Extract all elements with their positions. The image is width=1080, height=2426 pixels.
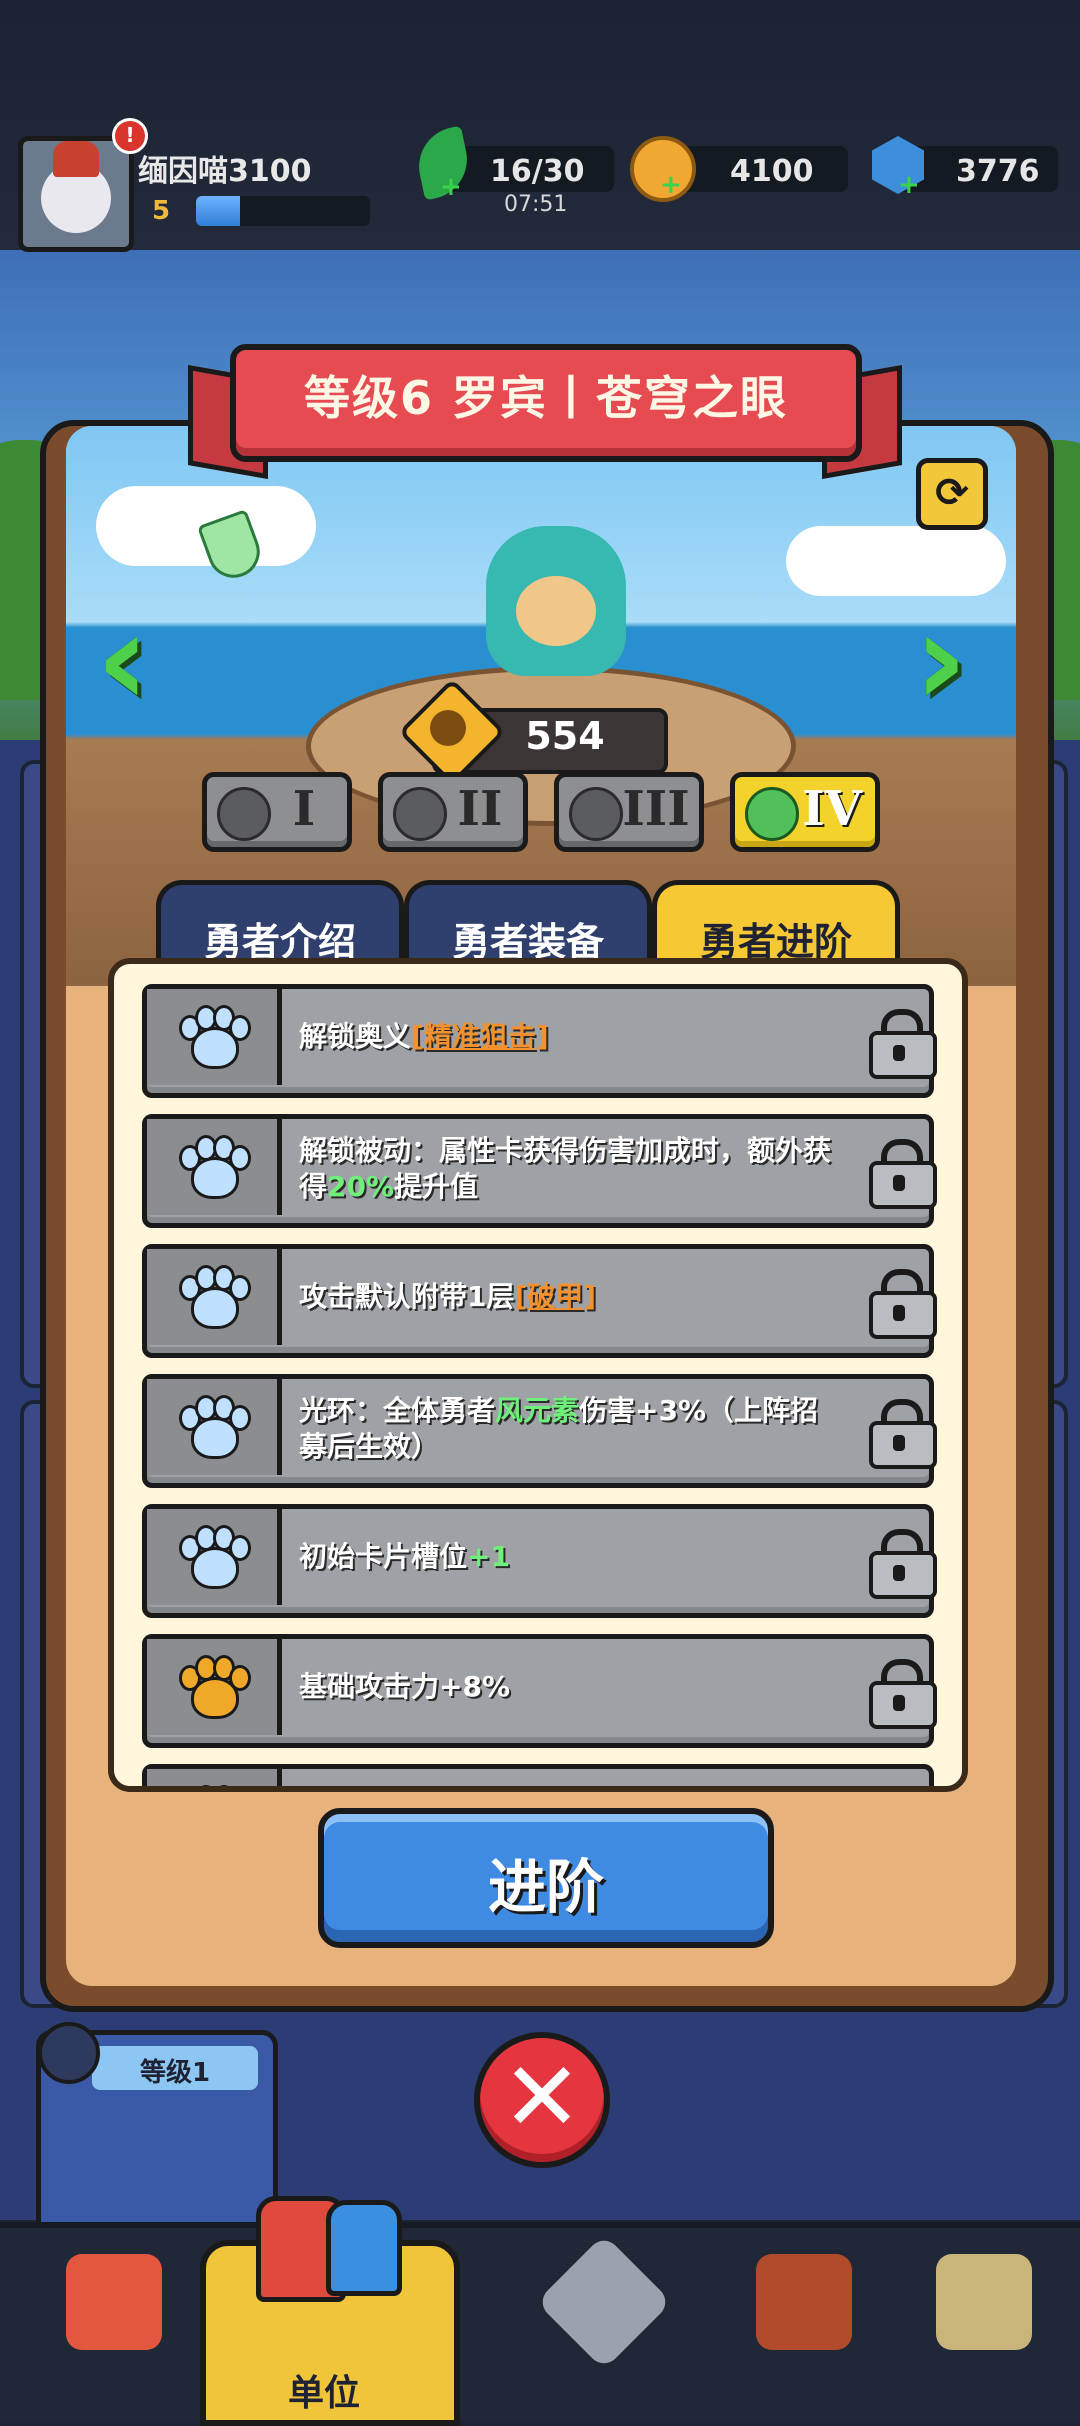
cloud [786,526,1006,596]
advancement-row[interactable] [142,1764,934,1792]
tier-label: I [292,781,316,837]
advancement-row[interactable]: 初始卡片槽位+1 [142,1504,937,1618]
lock-icon [869,1659,937,1729]
advancement-row[interactable]: 基础攻击力+8% [142,1634,937,1748]
next-hero-arrow-icon[interactable]: › [914,594,984,724]
power-paw-icon-center [430,710,466,746]
paw-slot [147,1119,282,1215]
lock-icon [869,1009,937,1079]
energy-value: 16/30 [490,154,585,189]
advancement-text: 基础攻击力+8% [299,1670,510,1703]
tier-button-1[interactable]: I [202,772,352,852]
advancement-text: 初始卡片槽位+1 [299,1540,510,1573]
player-level: 5 [152,196,171,226]
blue-paw-icon [177,1265,251,1329]
tier-button-3[interactable]: III [554,772,704,852]
lock-icon [869,1529,937,1599]
player-name: 缅因喵3100 [138,154,312,189]
advancement-list-panel[interactable]: 解锁奥义[精准狙击] 解锁被动：属性卡获得伤害加成时，额外获得20%提升值攻击默认… [108,958,968,1792]
clover-icon [393,787,447,841]
close-button[interactable]: ✕ [474,2032,610,2168]
lock-icon [869,1789,929,1792]
gem-add-icon[interactable]: + [898,170,920,200]
nav-battle[interactable] [520,2234,680,2400]
advancement-row[interactable]: 攻击默认附带1层[破甲] [142,1244,937,1358]
nav-home[interactable] [30,2240,190,2400]
advancement-highlight: +1 [467,1540,510,1573]
hero-face [516,576,596,646]
advance-button[interactable]: 进阶 [318,1808,774,1948]
gem-value: 3776 [956,154,1040,189]
paw-slot [147,1379,282,1475]
blue-unit-icon [326,2200,402,2296]
advancement-row[interactable]: 光环：全体勇者风元素伤害+3%（上阵招募后生效） [142,1374,937,1488]
lock-icon [869,1139,937,1209]
nav-units-label: 单位 [287,2373,360,2414]
map-icon [936,2254,1032,2350]
xp-bar-fill [196,196,240,226]
avatar-helmet [53,141,99,177]
clover-icon [569,787,623,841]
paw-slot [147,989,282,1085]
unit-card-level-tag: 等级1 [92,2046,258,2090]
advancement-text: 解锁奥义[精准狙击] [299,1020,549,1053]
blue-paw-icon [177,1395,251,1459]
coin-add-icon[interactable]: + [660,170,682,200]
advancement-text: 攻击默认附带1层[破甲] [299,1280,597,1313]
hero-title: 等级6 罗宾丨苍穹之眼 [303,371,789,425]
advancement-highlight: 风元素 [495,1394,580,1427]
tier-label: III [622,781,690,837]
advance-button-label: 进阶 [487,1853,604,1921]
close-icon: ✕ [501,2041,583,2153]
advancement-row[interactable]: 解锁被动：属性卡获得伤害加成时，额外获得20%提升值 [142,1114,937,1228]
tier-button-4[interactable]: IV [730,772,880,852]
energy-timer: 07:51 [504,192,568,217]
gold-paw-icon [177,1655,251,1719]
top-background [0,0,1080,270]
paw-slot [147,1769,282,1786]
lock-icon [869,1269,937,1339]
xp-bar [196,196,370,226]
nav-map[interactable] [900,2240,1060,2400]
tier-label: IV [802,781,862,837]
advancement-text: 解锁被动：属性卡获得伤害加成时，额外获得20%提升值 [299,1134,832,1203]
home-icon [66,2254,162,2350]
advancement-list: 解锁奥义[精准狙击] 解锁被动：属性卡获得伤害加成时，额外获得20%提升值攻击默认… [142,984,937,1792]
unit-card-level: 等级1 [139,2058,211,2088]
player-avatar[interactable] [18,136,134,252]
previous-hero-arrow-icon[interactable]: ‹ [96,594,166,724]
coin-value: 4100 [730,154,814,189]
paw-icon [38,2022,100,2084]
advancement-highlight: [破甲] [514,1280,597,1313]
blue-paw-icon [177,1005,251,1069]
nav-voyage[interactable] [720,2240,880,2400]
advancement-text: 光环：全体勇者风元素伤害+3%（上阵招募后生效） [299,1394,819,1463]
paw-slot [147,1639,282,1735]
ship-icon [756,2254,852,2350]
tier-label: II [457,781,503,837]
power-value: 554 [525,714,605,758]
lock-icon [869,1399,937,1469]
tier-button-2[interactable]: II [378,772,528,852]
gold-paw-icon [177,1785,247,1786]
blue-paw-icon [177,1135,251,1199]
advancement-highlight: [精准狙击] [411,1020,549,1053]
advancement-highlight: 20% [327,1170,395,1203]
crossed-swords-icon [536,2234,672,2370]
advancement-row[interactable]: 解锁奥义[精准狙击] [142,984,937,1098]
energy-add-icon[interactable]: + [440,172,462,202]
clover-icon [217,787,271,841]
paw-slot [147,1509,282,1605]
clover-icon [745,787,799,841]
paw-slot [147,1249,282,1345]
refresh-icon[interactable]: ⟳ [916,458,988,530]
blue-paw-icon [177,1525,251,1589]
